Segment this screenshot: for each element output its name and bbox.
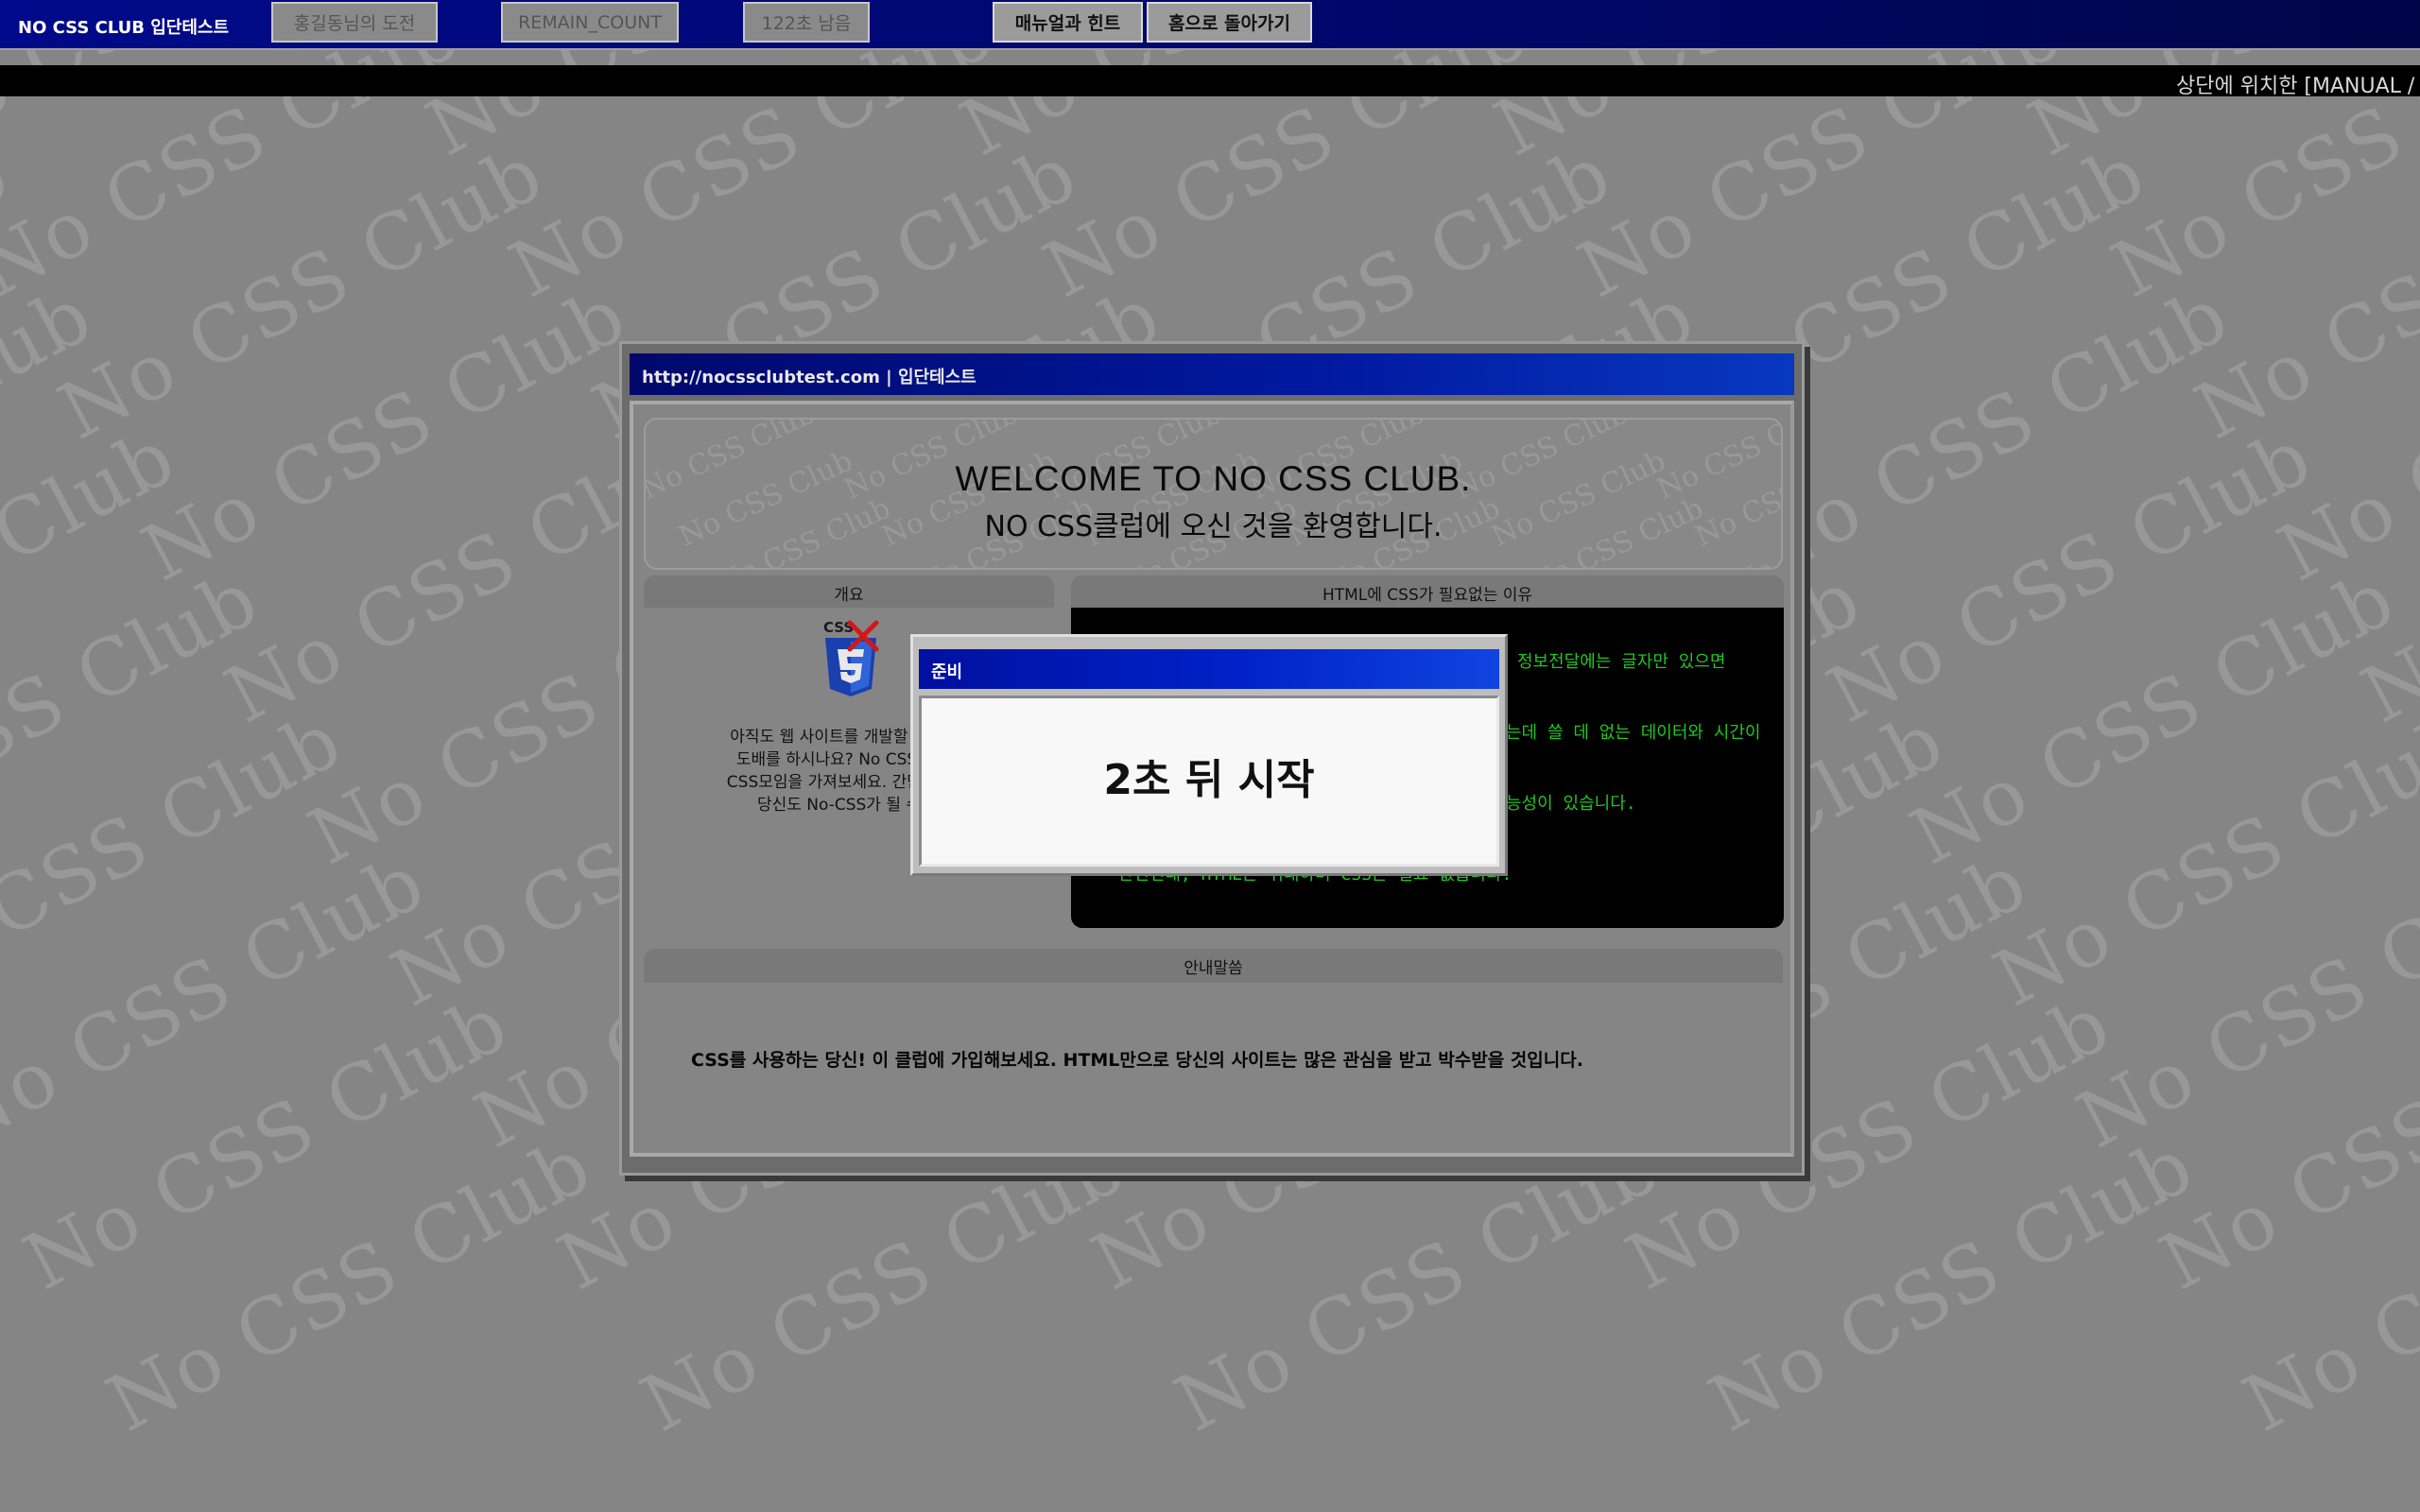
watermark-text: No CSS Club [2348, 412, 2420, 741]
notice-heading: 안내말씀 [644, 949, 1783, 983]
notice-text: CSS를 사용하는 당신! 이 클럽에 가입해보세요. HTML만으로 당신의 … [691, 1050, 1583, 1071]
welcome-heading-ko: NO CSS클럽에 오신 것을 환영합니다. [984, 510, 1443, 543]
watermark-text: No CSS Club [2182, 129, 2420, 457]
top-navigation-bar: NO CSS CLUB 입단테스트 홍길동님의 도전 REMAIN_COUNT … [0, 0, 2420, 50]
window-title: http://nocssclubtest.com | 입단테스트 [642, 368, 977, 387]
crossed-css3-logo-icon: CSS [823, 619, 879, 696]
watermark-text: No CSS Club [0, 411, 190, 741]
remain-count-button[interactable]: REMAIN_COUNT [501, 2, 679, 43]
dialog-title: 준비 [931, 662, 963, 682]
dialog-content: 2초 뒤 시작 [919, 696, 1499, 867]
home-button[interactable]: 홈으로 돌아가기 [1147, 2, 1312, 43]
watermark-text: No CSS Club [0, 269, 107, 599]
watermark-text: No CSS Club [0, 128, 24, 457]
watermark-text: No CSS Club [10, 978, 523, 1308]
welcome-heading-en: WELCOME TO NO CSS CLUB. [955, 459, 1472, 498]
welcome-banner: No CSS Club No CSS Club No CSS Club No CSS … [644, 418, 1783, 570]
dialog-titlebar: 준비 [919, 649, 1499, 689]
watermark-text: No CSS Club [0, 695, 356, 1024]
why-heading: HTML에 CSS가 필요없는 이유 [1071, 576, 1784, 610]
watermark-text: No CSS Club [0, 553, 273, 883]
watermark-text: No CSS Club [2064, 836, 2420, 1166]
why-item: 정보전달에는 글자만 있으면 [1517, 652, 1726, 672]
watermark-text: No CSS Club [2265, 270, 2420, 599]
watermark-text: No CSS Club [2147, 979, 2420, 1308]
watermark-text: No CSS Club [2230, 1121, 2420, 1450]
why-item: 는데 쓸 데 없는 데이터와 시간이 [1506, 723, 1761, 743]
challenger-button[interactable]: 홍길동님의 도전 [271, 2, 438, 43]
window-titlebar: http://nocssclubtest.com | 입단테스트 [630, 353, 1794, 395]
watermark-text: No CSS Club [129, 269, 641, 599]
countdown-text: 2초 뒤 시작 [1103, 756, 1315, 804]
timer-button[interactable]: 122초 남음 [743, 2, 870, 43]
watermark-text: No CSS Club [1814, 411, 2326, 741]
marquee-text: 상단에 위치한 [MANUAL / H [2176, 75, 2420, 96]
ready-dialog: 준비 2초 뒤 시작 [910, 634, 1508, 876]
watermark-text: No CSS Club [1731, 269, 2243, 599]
notice-panel: CSS를 사용하는 당신! 이 클럽에 가입해보세요. HTML만으로 당신의 … [644, 983, 1783, 1149]
watermark-text: No CSS Club [1980, 695, 2420, 1024]
watermark-text: No CSS Club [45, 128, 558, 457]
marquee-bar: 상단에 위치한 [MANUAL / H [0, 65, 2420, 96]
why-item: 능성이 있습니다. [1506, 794, 1636, 814]
watermark-text: No CSS Club [0, 836, 440, 1166]
watermark-text: No CSS Club [94, 1120, 606, 1450]
site-title: NO CSS CLUB 입단테스트 [18, 18, 230, 38]
manual-hint-button[interactable]: 매뉴얼과 힌트 [993, 2, 1143, 43]
watermark-text: No CSS Club [1897, 553, 2410, 883]
overview-heading: 개요 [644, 576, 1054, 610]
